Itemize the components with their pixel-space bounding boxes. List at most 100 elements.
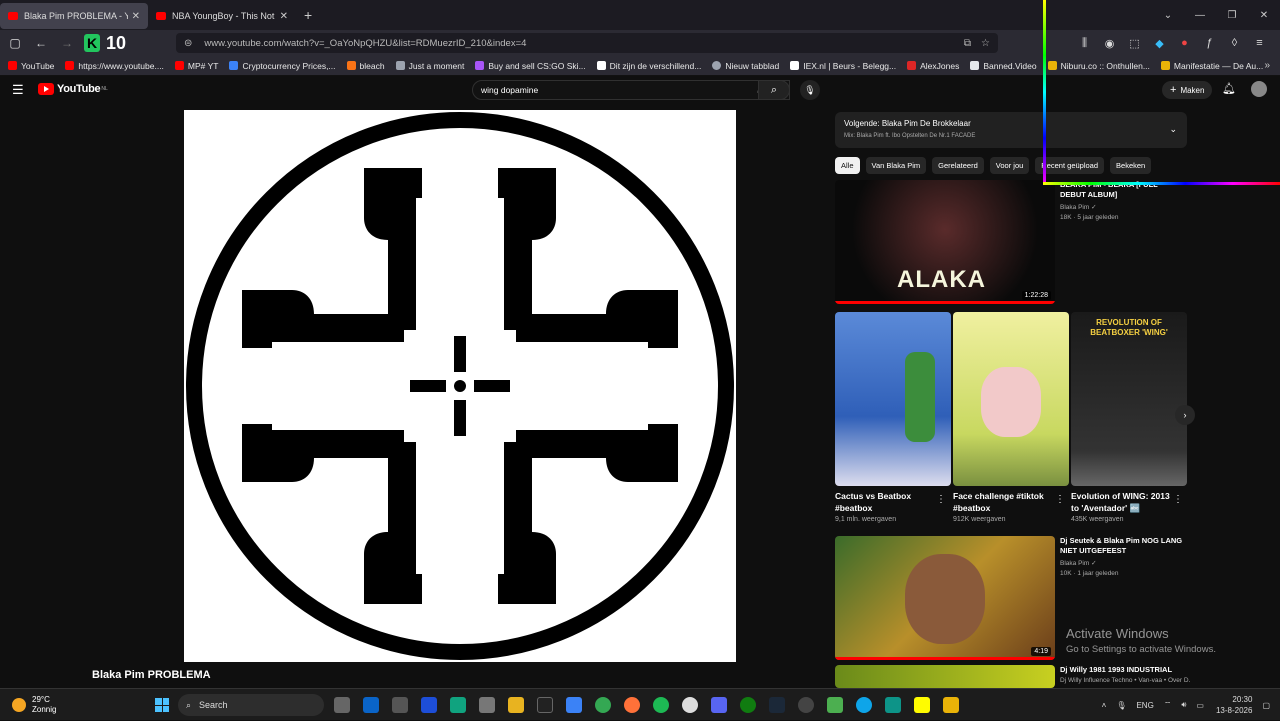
minimize-button[interactable]: —: [1184, 10, 1216, 21]
app-green-icon[interactable]: [450, 697, 466, 713]
rec-channel-name[interactable]: Blaka Pim ✓: [1060, 203, 1097, 211]
picture-in-picture-icon[interactable]: ⧉: [964, 38, 971, 49]
calculator-icon[interactable]: [392, 697, 408, 713]
more-options-icon[interactable]: ⋮: [1173, 494, 1183, 505]
file-explorer-icon[interactable]: [508, 697, 524, 713]
bookmark-item[interactable]: Manifestatie — De Au...: [1160, 61, 1263, 71]
short-thumbnail[interactable]: [953, 312, 1069, 486]
video-thumbnail[interactable]: 4:19: [835, 536, 1055, 660]
steam-icon[interactable]: [769, 697, 785, 713]
snapchat-icon[interactable]: [914, 697, 930, 713]
microphone-icon[interactable]: 🎙: [1116, 701, 1126, 710]
volume-icon[interactable]: 🔊︎: [1181, 700, 1186, 710]
taskbar-search-box[interactable]: ⌕ Search: [178, 694, 324, 716]
bookmark-star-icon[interactable]: ☆: [981, 38, 990, 49]
rec-video-title[interactable]: Dj Willy 1981 1993 INDUSTRIAL: [1060, 665, 1185, 675]
notifications-bell-icon[interactable]: 🔔︎: [1222, 82, 1236, 95]
bookmark-item[interactable]: bleach: [346, 61, 385, 71]
voice-search-button[interactable]: 🎙: [800, 80, 820, 100]
battery-icon[interactable]: ▭: [1196, 701, 1204, 710]
close-tab-icon[interactable]: ✕: [132, 11, 140, 22]
notifications-icon[interactable]: ▢: [1262, 701, 1270, 710]
weather-widget[interactable]: 29°C Zonnig: [12, 695, 56, 715]
sidebar-toggle-icon[interactable]: ▢: [4, 36, 26, 50]
short-title[interactable]: Face challenge #tiktok #beatbox: [953, 490, 1053, 514]
more-options-icon[interactable]: ⋮: [1055, 494, 1065, 505]
avatar[interactable]: [1251, 81, 1267, 97]
extension-drop-icon[interactable]: ◊: [1222, 37, 1247, 49]
language-indicator[interactable]: ENG: [1136, 701, 1153, 710]
bookmark-item[interactable]: AlexJones: [907, 61, 959, 71]
bookmark-item[interactable]: Buy and sell CS:GO Ski...: [475, 61, 586, 71]
address-bar[interactable]: ⊜ www.youtube.com/watch?v=_OaYoNpQHZU&li…: [176, 33, 998, 53]
create-button[interactable]: + Maken: [1162, 81, 1213, 99]
chevron-down-icon[interactable]: ⌄: [1169, 124, 1177, 135]
forward-button[interactable]: →: [56, 36, 78, 50]
rec-channel-name[interactable]: Dj Willy Influence Techno • Van-vaa • Ov…: [1060, 677, 1190, 684]
short-thumbnail[interactable]: REVOLUTION OF BEATBOXER 'WING': [1071, 312, 1187, 486]
discord-icon[interactable]: [711, 697, 727, 713]
spotify-icon[interactable]: [653, 697, 669, 713]
chip-for-you[interactable]: Voor jou: [989, 157, 1030, 174]
tab-list-icon[interactable]: ⌄: [1152, 10, 1184, 21]
wifi-icon[interactable]: ⌔: [1164, 700, 1172, 710]
video-thumbnail[interactable]: ALAKA 1:22:28: [835, 180, 1055, 304]
bookmark-item[interactable]: Dit zijn de verschillend...: [596, 61, 701, 71]
youtube-logo[interactable]: YouTube NL: [38, 83, 108, 95]
outlook-icon[interactable]: [363, 697, 379, 713]
hamburger-menu-icon[interactable]: ☰: [12, 82, 24, 98]
bookmark-item[interactable]: IEX.nl | Beurs - Belegg...: [790, 61, 896, 71]
task-view-icon[interactable]: [334, 697, 350, 713]
bookmark-item[interactable]: Just a moment: [395, 61, 464, 71]
short-title[interactable]: Cactus vs Beatbox #beatbox: [835, 490, 935, 514]
app-green2-icon[interactable]: [827, 697, 843, 713]
terminal-icon[interactable]: [537, 697, 553, 713]
chip-from-channel[interactable]: Van Blaka Pim: [865, 157, 927, 174]
bookmark-item[interactable]: YouTube: [8, 61, 54, 71]
chip-all[interactable]: Alle: [835, 157, 860, 174]
short-thumbnail[interactable]: [835, 312, 951, 486]
account-icon[interactable]: ◉: [1097, 37, 1122, 50]
search-button[interactable]: ⌕: [758, 80, 790, 100]
photos-icon[interactable]: [566, 697, 582, 713]
bookmark-item[interactable]: Nieuw tabblad: [712, 61, 779, 71]
tab-youngboy[interactable]: NBA YoungBoy - This Not a Song ✕: [148, 3, 296, 29]
video-thumbnail[interactable]: [835, 665, 1055, 688]
new-tab-button[interactable]: +: [304, 7, 312, 23]
windows-start-icon[interactable]: [155, 698, 169, 712]
extension-script-icon[interactable]: ƒ: [1197, 37, 1222, 49]
video-player[interactable]: [184, 110, 736, 662]
shorts-next-arrow[interactable]: ›: [1175, 405, 1195, 425]
bookmark-item[interactable]: Banned.Video: [970, 61, 1037, 71]
chip-watched[interactable]: Bekeken: [1110, 157, 1152, 174]
extension-blue-icon[interactable]: ◆: [1147, 37, 1172, 50]
app-teal-icon[interactable]: [885, 697, 901, 713]
bookmark-item[interactable]: https://www.youtube....: [65, 61, 164, 71]
maximize-button[interactable]: ❐: [1216, 10, 1248, 21]
sbs-app-icon[interactable]: [421, 697, 437, 713]
close-window-button[interactable]: ✕: [1248, 10, 1280, 21]
itunes-icon[interactable]: [682, 697, 698, 713]
edge-icon[interactable]: [856, 697, 872, 713]
back-button[interactable]: ←: [30, 36, 52, 50]
chip-related[interactable]: Gerelateerd: [932, 157, 984, 174]
search-input[interactable]: wing dopamine ▬ ✕: [472, 80, 790, 100]
rec-video-title[interactable]: Dj Seutek & Blaka Pim NOG LANG NIET UITG…: [1060, 536, 1185, 556]
tab-youtube-problema[interactable]: Blaka Pim PROBLEMA - YouTube ✕: [0, 3, 148, 29]
extensions-icon[interactable]: ⬚: [1122, 37, 1147, 50]
bookmarks-overflow-icon[interactable]: »: [1264, 60, 1270, 71]
bookmark-item[interactable]: Cryptocurrency Prices,...: [229, 61, 336, 71]
app-circle-icon[interactable]: [798, 697, 814, 713]
clock[interactable]: 20:30 13-8-2026: [1216, 694, 1252, 716]
site-info-icon[interactable]: ⊜: [184, 38, 192, 49]
playlist-queue-panel[interactable]: Volgende: Blaka Pim De Brokkelaar Mix: B…: [835, 112, 1187, 148]
firefox-icon[interactable]: [624, 697, 640, 713]
extension-red-icon[interactable]: ●: [1172, 37, 1197, 49]
more-options-icon[interactable]: ⋮: [936, 494, 946, 505]
rec-channel-name[interactable]: Blaka Pim ✓: [1060, 559, 1097, 567]
chrome-icon[interactable]: [595, 697, 611, 713]
library-icon[interactable]: ⫼: [1072, 37, 1097, 50]
close-tab-icon[interactable]: ✕: [280, 11, 288, 22]
bookmark-item[interactable]: MP# YT: [174, 61, 218, 71]
chevron-up-icon[interactable]: ˄: [1102, 701, 1107, 710]
